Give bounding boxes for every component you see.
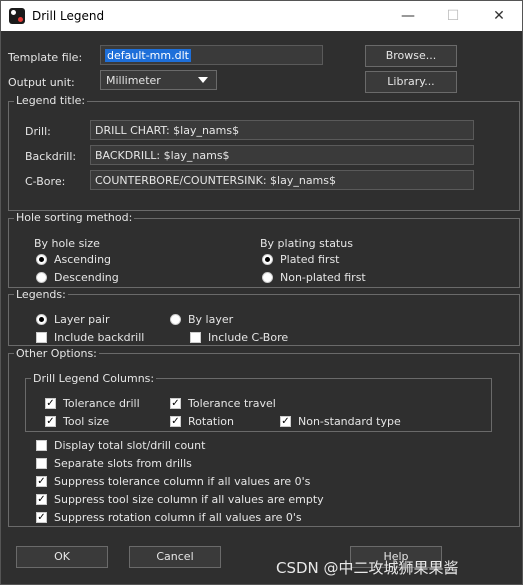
separate-slots-checkbox[interactable]	[36, 458, 47, 469]
layer-pair-label[interactable]: Layer pair	[54, 313, 109, 326]
ascending-label[interactable]: Ascending	[54, 253, 111, 266]
suppress-rotation-label[interactable]: Suppress rotation column if all values a…	[54, 511, 302, 524]
suppress-tool-size-checkbox[interactable]: ✓	[36, 494, 47, 505]
title-bar: Drill Legend — ☐ ✕	[1, 1, 522, 31]
tool-size-label[interactable]: Tool size	[63, 415, 109, 428]
cancel-button[interactable]: Cancel	[129, 546, 221, 568]
drill-title-input[interactable]: DRILL CHART: $lay_nams$	[90, 120, 474, 140]
suppress-tool-size-label[interactable]: Suppress tool size column if all values …	[54, 493, 324, 506]
tolerance-drill-label[interactable]: Tolerance drill	[63, 397, 140, 410]
hole-sorting-group-label: Hole sorting method:	[14, 211, 135, 224]
backdrill-title-input[interactable]: BACKDRILL: $lay_nams$	[90, 145, 474, 165]
plated-first-radio[interactable]	[262, 254, 273, 265]
template-file-input[interactable]: default-mm.dlt	[100, 45, 323, 65]
close-icon[interactable]: ✕	[489, 6, 509, 26]
cbore-title-input[interactable]: COUNTERBORE/COUNTERSINK: $lay_nams$	[90, 170, 474, 190]
maximize-icon[interactable]: ☐	[443, 6, 463, 26]
library-button[interactable]: Library...	[365, 71, 457, 93]
nonplated-first-label[interactable]: Non-plated first	[280, 271, 366, 284]
output-unit-value: Millimeter	[106, 74, 161, 87]
legends-group-label: Legends:	[14, 288, 68, 301]
template-file-label: Template file:	[8, 51, 83, 64]
template-file-value: default-mm.dlt	[105, 49, 191, 62]
include-backdrill-label[interactable]: Include backdrill	[54, 331, 144, 344]
ascending-radio[interactable]	[36, 254, 47, 265]
minimize-icon[interactable]: —	[398, 6, 418, 26]
separate-slots-label[interactable]: Separate slots from drills	[54, 457, 192, 470]
output-unit-select[interactable]: Millimeter	[100, 70, 217, 90]
by-layer-radio[interactable]	[170, 314, 181, 325]
nonstandard-type-checkbox[interactable]: ✓	[280, 416, 291, 427]
by-hole-size-label: By hole size	[34, 237, 100, 250]
include-backdrill-checkbox[interactable]	[36, 332, 47, 343]
window-title: Drill Legend	[32, 9, 105, 23]
tolerance-drill-checkbox[interactable]: ✓	[45, 398, 56, 409]
include-cbore-checkbox[interactable]	[190, 332, 201, 343]
suppress-tolerance-checkbox[interactable]: ✓	[36, 476, 47, 487]
plated-first-label[interactable]: Plated first	[280, 253, 340, 266]
cbore-label: C-Bore:	[25, 175, 66, 188]
by-plating-status-label: By plating status	[260, 237, 353, 250]
rotation-label[interactable]: Rotation	[188, 415, 234, 428]
output-unit-label: Output unit:	[8, 76, 75, 89]
include-cbore-label[interactable]: Include C-Bore	[208, 331, 288, 344]
display-total-checkbox[interactable]	[36, 440, 47, 451]
legend-title-group-label: Legend title:	[14, 94, 88, 107]
tool-size-checkbox[interactable]: ✓	[45, 416, 56, 427]
display-total-label[interactable]: Display total slot/drill count	[54, 439, 205, 452]
rotation-checkbox[interactable]: ✓	[170, 416, 181, 427]
nonplated-first-radio[interactable]	[262, 272, 273, 283]
chevron-down-icon	[198, 77, 208, 83]
tolerance-travel-label[interactable]: Tolerance travel	[188, 397, 276, 410]
drill-legend-columns-label: Drill Legend Columns:	[31, 372, 157, 385]
app-icon	[9, 8, 25, 24]
ok-button[interactable]: OK	[16, 546, 108, 568]
nonstandard-type-label[interactable]: Non-standard type	[298, 415, 401, 428]
descending-radio[interactable]	[36, 272, 47, 283]
suppress-tolerance-label[interactable]: Suppress tolerance column if all values …	[54, 475, 310, 488]
watermark: CSDN @中二攻城狮果果酱	[276, 559, 459, 577]
suppress-rotation-checkbox[interactable]: ✓	[36, 512, 47, 523]
layer-pair-radio[interactable]	[36, 314, 47, 325]
backdrill-label: Backdrill:	[25, 150, 77, 163]
descending-label[interactable]: Descending	[54, 271, 119, 284]
other-options-group-label: Other Options:	[14, 347, 99, 360]
drill-label: Drill:	[25, 125, 51, 138]
drill-legend-dialog: Drill Legend — ☐ ✕ Template file: defaul…	[0, 0, 523, 585]
tolerance-travel-checkbox[interactable]: ✓	[170, 398, 181, 409]
browse-button[interactable]: Browse...	[365, 45, 457, 67]
by-layer-label[interactable]: By layer	[188, 313, 233, 326]
